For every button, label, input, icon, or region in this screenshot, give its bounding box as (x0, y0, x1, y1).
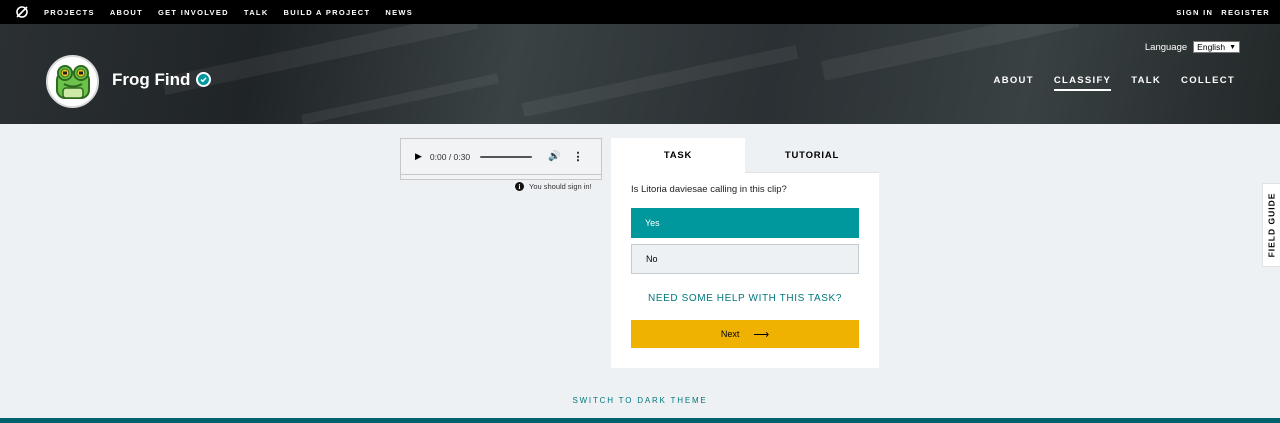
chevron-down-icon: ▼ (1229, 43, 1236, 51)
tab-tutorial[interactable]: TUTORIAL (745, 138, 879, 173)
tab-task[interactable]: TASK (611, 138, 745, 173)
sign-in-link[interactable]: SIGN IN (1176, 8, 1213, 17)
nav-projects-link[interactable]: PROJECTS (44, 8, 95, 17)
nav-get-involved-link[interactable]: GET INVOLVED (158, 8, 229, 17)
verified-badge-icon (196, 72, 211, 87)
register-link[interactable]: REGISTER (1221, 8, 1270, 17)
footer-divider (0, 418, 1280, 423)
language-label: Language (1144, 41, 1188, 53)
sign-in-notice-text: You should sign in! (529, 182, 592, 191)
task-panel: TASK TUTORIAL Is Litoria daviesae callin… (611, 138, 879, 368)
field-guide-label: FIELD GUIDE (1266, 192, 1277, 258)
account-links: SIGN IN REGISTER (1168, 8, 1270, 17)
project-nav-classify[interactable]: CLASSIFY (1053, 75, 1112, 91)
info-icon: i (515, 182, 524, 191)
project-avatar[interactable] (46, 55, 99, 108)
audio-time: 0:00 / 0:30 (429, 151, 471, 162)
project-nav: ABOUT CLASSIFY TALK COLLECT (974, 75, 1235, 91)
dark-theme-toggle[interactable]: SWITCH TO DARK THEME (0, 396, 1280, 405)
nav-news-link[interactable]: NEWS (385, 8, 413, 17)
nav-build-project-link[interactable]: BUILD A PROJECT (284, 8, 371, 17)
answer-yes-button[interactable]: Yes (631, 208, 859, 238)
site-nav: PROJECTS ABOUT GET INVOLVED TALK BUILD A… (44, 8, 428, 17)
next-button-label: Next (720, 329, 740, 339)
language-dropdown[interactable]: English ▼ (1193, 41, 1240, 53)
project-nav-talk[interactable]: TALK (1131, 75, 1161, 91)
answer-no-button[interactable]: No (631, 244, 859, 274)
project-title[interactable]: Frog Find (112, 70, 190, 90)
task-help-link[interactable]: NEED SOME HELP WITH THIS TASK? (611, 293, 879, 304)
nav-about-link[interactable]: ABOUT (110, 8, 143, 17)
language-value: English (1197, 42, 1226, 52)
language-selector: Language English ▼ (1145, 41, 1240, 53)
answer-yes-label: Yes (645, 218, 660, 228)
audio-seek-bar[interactable] (480, 155, 533, 158)
sign-in-notice: i You should sign in! (515, 182, 592, 191)
top-navigation: PROJECTS ABOUT GET INVOLVED TALK BUILD A… (0, 0, 1280, 24)
next-button[interactable]: Next ⟶ (631, 320, 859, 348)
project-nav-collect[interactable]: COLLECT (1181, 75, 1235, 91)
audio-player: ▶ 0:00 / 0:30 🔊 ⋮ (400, 138, 602, 180)
play-icon[interactable]: ▶ (415, 151, 422, 162)
frog-icon (55, 64, 90, 99)
volume-icon[interactable]: 🔊 (548, 151, 560, 162)
arrow-right-icon: ⟶ (753, 328, 770, 341)
answer-no-label: No (646, 254, 658, 264)
project-header: Frog Find Language English ▼ ABOUT CLASS… (0, 24, 1280, 124)
task-question: Is Litoria daviesae calling in this clip… (631, 184, 787, 195)
zooniverse-logo-icon[interactable] (14, 4, 30, 20)
field-guide-button[interactable]: FIELD GUIDE (1262, 183, 1280, 267)
project-nav-about[interactable]: ABOUT (994, 75, 1034, 91)
nav-talk-link[interactable]: TALK (244, 8, 269, 17)
task-tabs: TASK TUTORIAL (611, 138, 879, 173)
more-options-icon[interactable]: ⋮ (573, 150, 584, 163)
